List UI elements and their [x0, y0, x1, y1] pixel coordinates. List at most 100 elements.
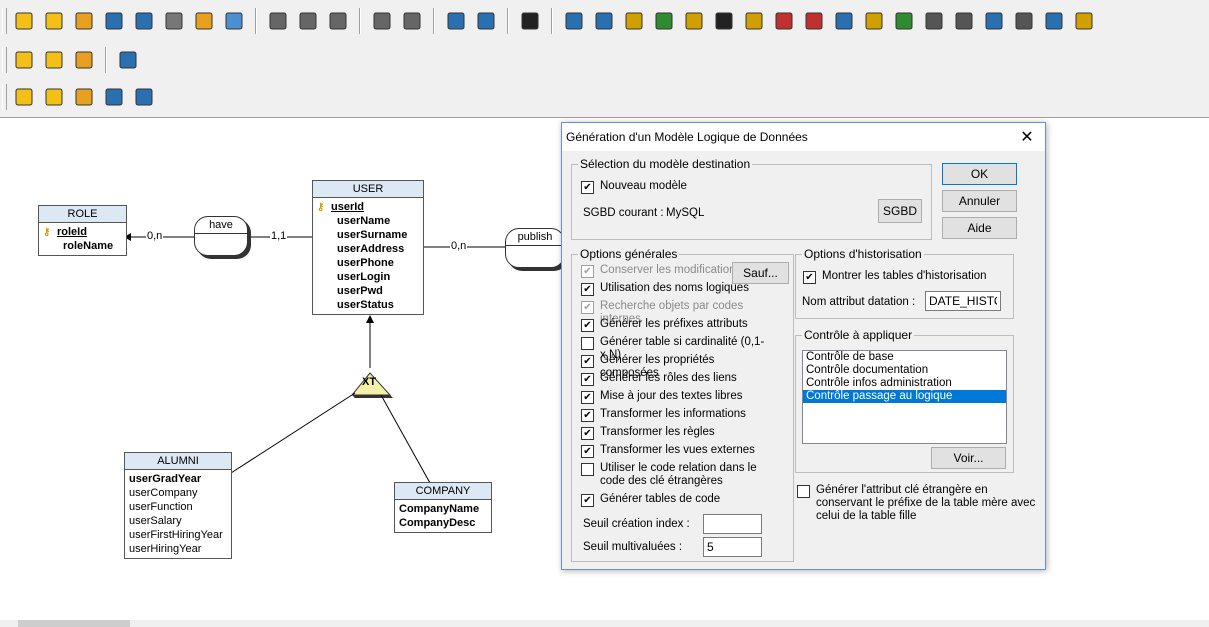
checkbox-box[interactable]: ✔: [581, 494, 594, 507]
association-publish[interactable]: publish: [505, 228, 565, 268]
paste-icon[interactable]: [325, 8, 351, 34]
view-tool-icon[interactable]: [831, 8, 857, 34]
note-tool-icon[interactable]: [681, 8, 707, 34]
link-tool-icon[interactable]: [771, 8, 797, 34]
help-pointer-icon[interactable]: [517, 8, 543, 34]
sheet-tool-icon[interactable]: [1071, 8, 1097, 34]
zoom-icon[interactable]: [443, 8, 469, 34]
general-option-checkbox[interactable]: ✔ Transformer les vues externes: [581, 444, 776, 458]
checkbox-box[interactable]: ✔: [581, 391, 594, 404]
control-list-item[interactable]: Contrôle de base: [803, 351, 1006, 364]
select-tool-icon[interactable]: [1041, 8, 1067, 34]
entity-tool-icon[interactable]: [561, 8, 587, 34]
generate-icon[interactable]: [71, 84, 97, 110]
control-list-item[interactable]: Contrôle passage au logique: [803, 390, 1006, 403]
entity-company[interactable]: COMPANY CompanyName CompanyDesc: [394, 482, 492, 533]
checkbox-box[interactable]: ✔: [803, 271, 816, 284]
general-option-checkbox[interactable]: ✔ Utilisation des noms logiques: [581, 282, 776, 296]
association-have[interactable]: have: [194, 216, 248, 256]
view-button[interactable]: Voir...: [931, 447, 1006, 469]
group-tool-icon[interactable]: [921, 8, 947, 34]
grid-icon[interactable]: [473, 8, 499, 34]
close-icon[interactable]: ✕: [1019, 127, 1035, 146]
checkbox-box[interactable]: [581, 463, 594, 476]
question-tool-icon[interactable]: [741, 8, 767, 34]
multivalue-threshold-input[interactable]: [703, 537, 762, 557]
print-icon[interactable]: [161, 8, 187, 34]
entity-user[interactable]: USER ⚷ userId userName userSurname userAddre…: [312, 180, 424, 315]
general-option-checkbox[interactable]: ✔ Générer les rôles des liens: [581, 372, 776, 386]
save-all-icon[interactable]: [131, 8, 157, 34]
checkbox-box[interactable]: ✔: [581, 409, 594, 422]
scrollbar-thumb[interactable]: [18, 620, 130, 627]
toolbar-grip[interactable]: [2, 8, 7, 34]
folder-tool-icon[interactable]: [861, 8, 887, 34]
flag-icon[interactable]: [101, 84, 127, 110]
binoculars-icon[interactable]: [131, 84, 157, 110]
checkbox-box[interactable]: [797, 485, 810, 498]
new-model-checkbox[interactable]: ✔ Nouveau modèle: [581, 180, 687, 194]
help-button[interactable]: Aide: [942, 217, 1017, 239]
table-tool-icon[interactable]: [801, 8, 827, 34]
cancel-button[interactable]: Annuler: [942, 190, 1017, 212]
entity-attribute: userSurname: [337, 229, 408, 241]
entity-alumni[interactable]: ALUMNI userGradYear userCompany userFuncti…: [124, 452, 232, 559]
hierarchy-tool-icon[interactable]: [951, 8, 977, 34]
toolbar-grip[interactable]: [2, 47, 7, 73]
index-threshold-label: Seuil création index :: [583, 518, 690, 530]
general-option-checkbox[interactable]: ✔ Générer tables de code: [581, 493, 776, 507]
association-tool-icon[interactable]: [591, 8, 617, 34]
new-document-icon[interactable]: [11, 8, 37, 34]
entity-attribute: userHiringYear: [129, 543, 202, 555]
users-icon[interactable]: [41, 47, 67, 73]
checkbox-box[interactable]: ✔: [581, 181, 594, 194]
save-icon[interactable]: [101, 8, 127, 34]
ok-button[interactable]: OK: [942, 163, 1017, 185]
checkbox-box[interactable]: ✔: [581, 427, 594, 440]
search-tool-icon[interactable]: [1011, 8, 1037, 34]
control-list-item[interactable]: Contrôle infos administration: [803, 377, 1006, 390]
shield-icon[interactable]: [71, 47, 97, 73]
new-folder-icon[interactable]: [41, 8, 67, 34]
dialog-titlebar[interactable]: Génération d'un Modèle Logique de Donnée…: [562, 123, 1045, 151]
checkbox-box[interactable]: ✔: [581, 355, 594, 368]
checkbox-box[interactable]: ✔: [581, 283, 594, 296]
date-attr-input[interactable]: [925, 291, 1001, 311]
web-icon[interactable]: [221, 8, 247, 34]
save-settings-button[interactable]: Sauf...: [732, 262, 789, 284]
checkbox-box[interactable]: ✔: [581, 445, 594, 458]
open-icon[interactable]: [71, 8, 97, 34]
checkbox-box[interactable]: [581, 337, 594, 350]
layers-icon[interactable]: [11, 84, 37, 110]
entity-role[interactable]: ROLE ⚷ roleId roleName: [38, 205, 127, 256]
sgbd-label: SGBD courant :: [583, 207, 664, 219]
redo-icon[interactable]: [399, 8, 425, 34]
lock-icon[interactable]: [11, 47, 37, 73]
info-tool-icon[interactable]: [711, 8, 737, 34]
copy-icon[interactable]: [295, 8, 321, 34]
filter-icon[interactable]: [115, 47, 141, 73]
toolbar-grip[interactable]: [2, 84, 7, 110]
general-option-checkbox[interactable]: ✔ Transformer les règles: [581, 426, 776, 440]
checkbox-box[interactable]: ✔: [581, 319, 594, 332]
export-icon[interactable]: [191, 8, 217, 34]
general-option-checkbox[interactable]: ✔ Transformer les informations: [581, 408, 776, 422]
general-option-checkbox[interactable]: Utiliser le code relation dans le code d…: [581, 462, 776, 488]
general-option-checkbox[interactable]: ✔ Générer les préfixes attributs: [581, 318, 776, 332]
cut-icon[interactable]: [265, 8, 291, 34]
constraint-tool-icon[interactable]: [651, 8, 677, 34]
general-option-checkbox[interactable]: ✔ Mise à jour des textes libres: [581, 390, 776, 404]
package-tool-icon[interactable]: [891, 8, 917, 34]
undo-icon[interactable]: [369, 8, 395, 34]
control-list-item[interactable]: Contrôle documentation: [803, 364, 1006, 377]
checkbox-box[interactable]: ✔: [581, 373, 594, 386]
control-list[interactable]: Contrôle de base Contrôle documentation Co…: [802, 350, 1007, 444]
matrix-tool-icon[interactable]: [981, 8, 1007, 34]
inheritance-tool-icon[interactable]: [621, 8, 647, 34]
fk-prefix-checkbox[interactable]: Générer l'attribut clé étrangère en cons…: [797, 484, 1037, 523]
sgbd-button[interactable]: SGBD: [878, 199, 922, 223]
index-threshold-input[interactable]: [703, 514, 762, 534]
show-history-checkbox[interactable]: ✔ Montrer les tables d'historisation: [803, 270, 987, 284]
model-icon[interactable]: [41, 84, 67, 110]
horizontal-scrollbar[interactable]: [0, 620, 1209, 627]
